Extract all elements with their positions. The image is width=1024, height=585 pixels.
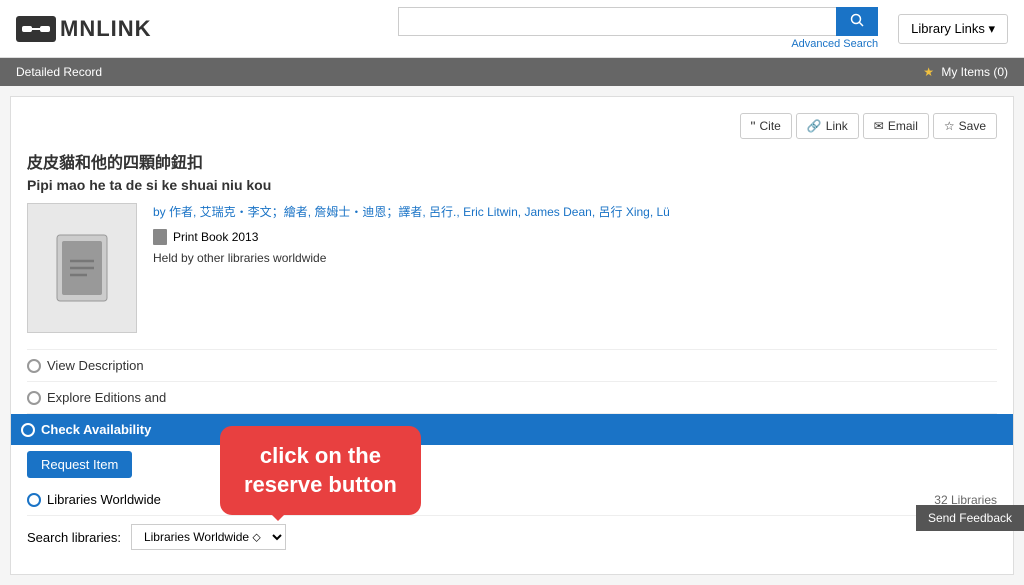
library-links-button[interactable]: Library Links ▾: [898, 14, 1008, 44]
nav-bar: Detailed Record ★ My Items (0): [0, 58, 1024, 86]
record-details: by 作者, 艾瑞克・李文；繪者, 詹姆士・迪恩；譯者, 呂行., Eric L…: [153, 203, 997, 333]
author-link-2[interactable]: 繪者, 詹姆士・迪恩: [284, 205, 387, 219]
star-icon: ★: [923, 65, 934, 79]
search-input[interactable]: [398, 7, 836, 36]
link-icon: 🔗: [807, 119, 822, 133]
check-availability-label: Check Availability: [41, 422, 151, 437]
cite-button[interactable]: " Cite: [740, 113, 792, 139]
check-avail-icon: [21, 423, 35, 437]
libraries-worldwide-row: Libraries Worldwide 32 Libraries: [27, 484, 997, 516]
request-item-button[interactable]: Request Item: [27, 451, 132, 478]
view-description-icon: [27, 359, 41, 373]
libraries-worldwide-icon: [27, 493, 41, 507]
held-text: Held by other libraries worldwide: [153, 251, 997, 265]
authors: by 作者, 艾瑞克・李文；繪者, 詹姆士・迪恩；譯者, 呂行., Eric L…: [153, 203, 997, 221]
link-button[interactable]: 🔗 Link: [796, 113, 859, 139]
search-button[interactable]: [836, 7, 878, 36]
format-icon: [153, 229, 167, 245]
save-button[interactable]: ☆ Save: [933, 113, 997, 139]
author-link-1[interactable]: 作者, 艾瑞克・李文: [169, 205, 272, 219]
author-link-3[interactable]: 譯者, 呂行.: [398, 205, 456, 219]
star-save-icon: ☆: [944, 119, 955, 133]
breadcrumb: Detailed Record: [16, 65, 102, 79]
send-feedback-button[interactable]: Send Feedback: [916, 505, 1024, 531]
format-line: Print Book 2013: [153, 229, 997, 245]
author-link-4[interactable]: Eric Litwin: [463, 205, 518, 219]
email-icon: ✉: [874, 119, 884, 133]
book-cover: [27, 203, 137, 333]
tooltip-callout: click on the reserve button: [220, 426, 421, 515]
search-libraries-select[interactable]: Libraries Worldwide ⬦: [131, 524, 286, 550]
section-items: View Description Explore Editions and: [27, 349, 997, 414]
main-content: " Cite 🔗 Link ✉ Email ☆ Save 皮皮貓和他的四顆帥鈕扣…: [10, 96, 1014, 575]
record-title-pinyin: Pipi mao he ta de si ke shuai niu kou: [27, 177, 997, 193]
logo-area: MNLINK: [16, 16, 152, 42]
check-availability-bar[interactable]: Check Availability: [11, 414, 1013, 445]
search-libraries-label: Search libraries:: [27, 530, 121, 545]
format-text: Print Book 2013: [173, 230, 258, 244]
advanced-search-link[interactable]: Advanced Search: [791, 38, 878, 50]
record-title-chinese: 皮皮貓和他的四顆帥鈕扣: [27, 149, 997, 173]
email-button[interactable]: ✉ Email: [863, 113, 929, 139]
quote-icon: ": [751, 118, 756, 134]
action-buttons: " Cite 🔗 Link ✉ Email ☆ Save: [27, 113, 997, 139]
tooltip-line1: click on the: [260, 443, 381, 468]
libraries-worldwide-label: Libraries Worldwide: [47, 492, 161, 507]
logo-text: MNLINK: [60, 16, 152, 42]
tooltip-line2: reserve button: [244, 472, 397, 497]
view-description-item[interactable]: View Description: [27, 350, 997, 382]
explore-editions-icon: [27, 391, 41, 405]
my-items[interactable]: ★ My Items (0): [923, 65, 1008, 79]
explore-editions-label: Explore Editions and: [47, 390, 166, 405]
author-link-6[interactable]: 呂行 Xing, Lü: [598, 205, 669, 219]
author-link-5[interactable]: James Dean: [524, 205, 591, 219]
explore-editions-item[interactable]: Explore Editions and: [27, 382, 997, 414]
record-body: by 作者, 艾瑞克・李文；繪者, 詹姆士・迪恩；譯者, 呂行., Eric L…: [27, 203, 997, 333]
logo-icon: [16, 16, 56, 42]
header: MNLINK Advanced Search Library Links ▾: [0, 0, 1024, 58]
view-description-label: View Description: [47, 358, 144, 373]
search-area: Advanced Search: [172, 7, 879, 50]
search-libraries-row: Search libraries: Libraries Worldwide ⬦: [27, 516, 997, 558]
